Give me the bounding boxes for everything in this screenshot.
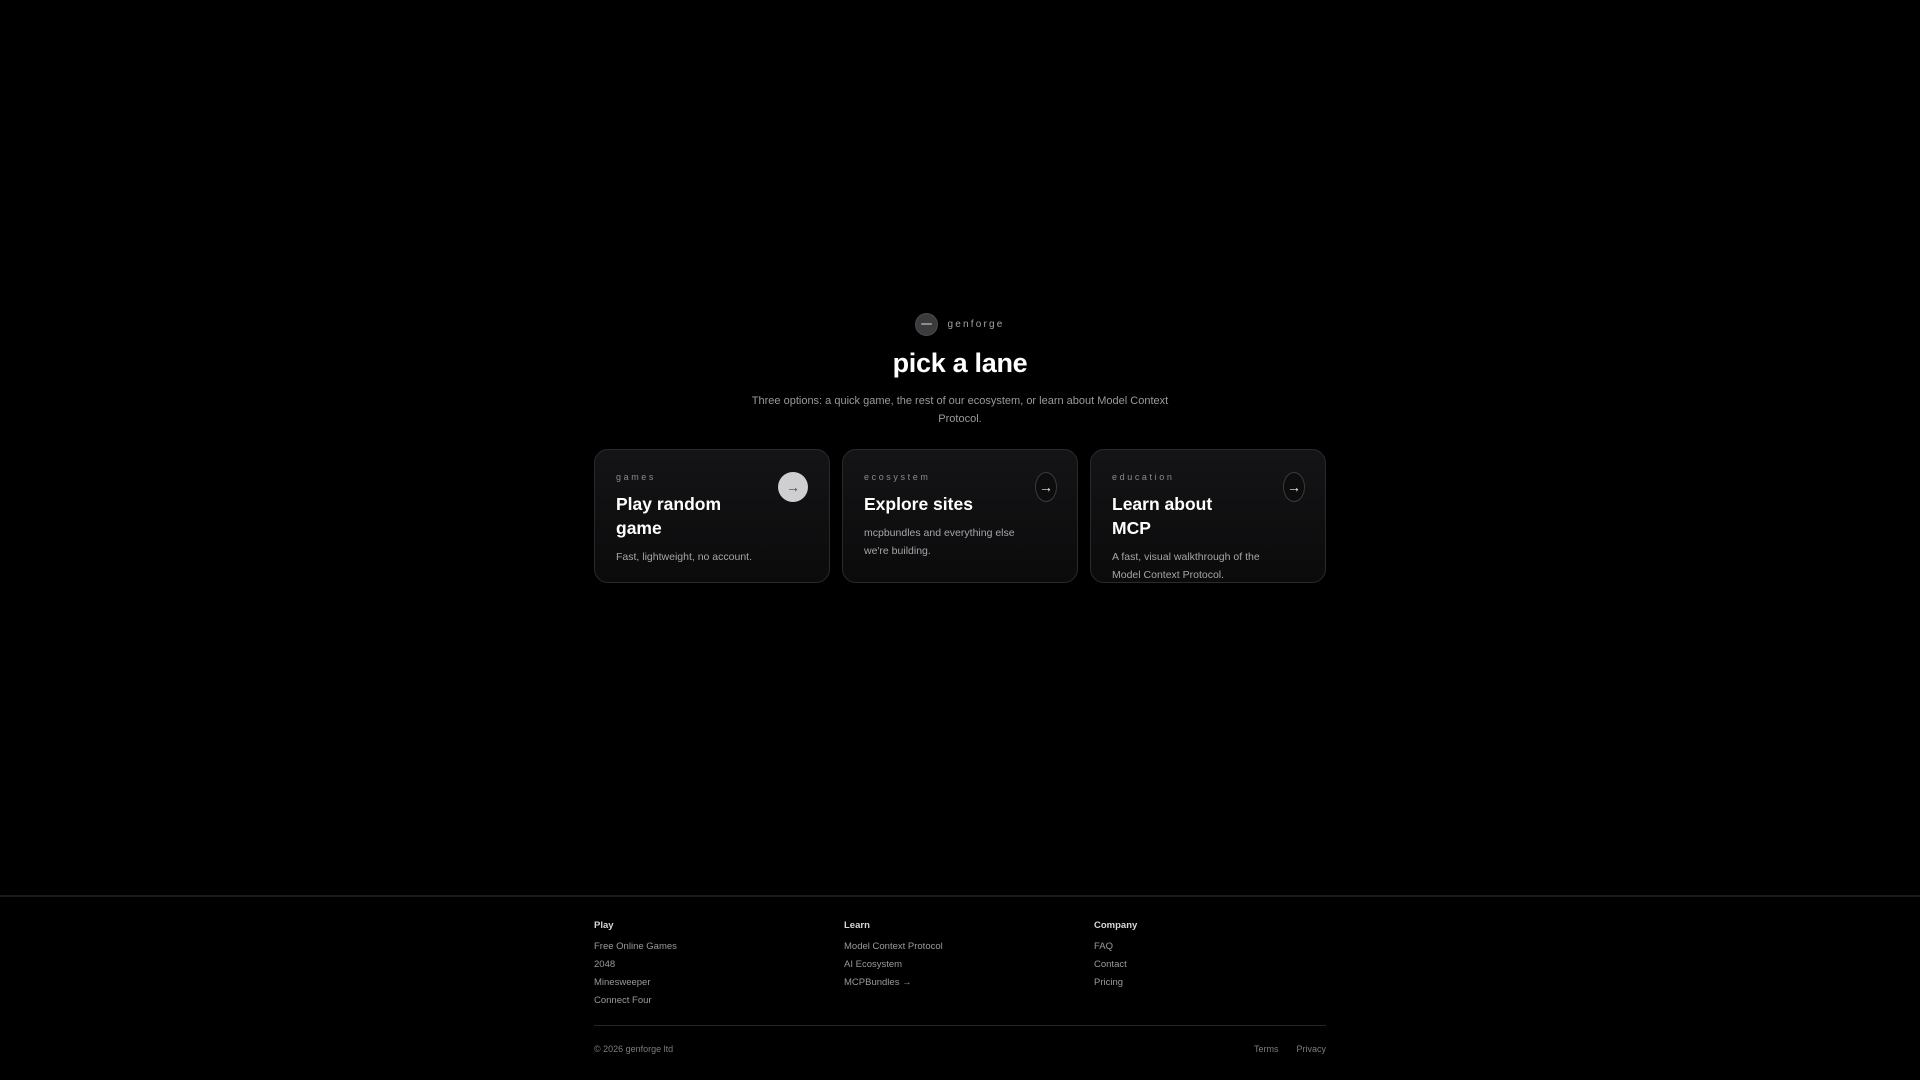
legal-links: Terms Privacy xyxy=(1254,1044,1326,1054)
copyright-text: © 2026 genforge ltd xyxy=(594,1044,674,1054)
lane-cards: games Play random game Fast, lightweight… xyxy=(594,449,1326,583)
footer-divider xyxy=(0,895,1920,897)
card-description: A fast, visual walkthrough of the Model … xyxy=(1112,551,1260,581)
footer-heading: Play xyxy=(594,920,614,931)
footer-heading: Learn xyxy=(844,920,870,931)
card-play-random-game[interactable]: games Play random game Fast, lightweight… xyxy=(594,449,830,583)
page-title: pick a lane xyxy=(892,348,1028,378)
footer-column-company: Company FAQ Contact Pricing xyxy=(1094,920,1137,995)
brand-logo-icon xyxy=(915,312,939,336)
card-title: Play random game xyxy=(616,494,722,538)
footer-link[interactable]: FAQ xyxy=(1094,941,1137,953)
privacy-link[interactable]: Privacy xyxy=(1296,1044,1326,1054)
footer-links: Free Online Games 2048 Minesweeper Conne… xyxy=(594,941,677,1007)
card-learn-about-mcp[interactable]: education Learn about MCP A fast, visual… xyxy=(1090,449,1326,583)
footer-link[interactable]: Pricing xyxy=(1094,977,1137,989)
card-tag: ecosystem xyxy=(864,472,931,482)
footer-column-play: Play Free Online Games 2048 Minesweeper … xyxy=(594,920,677,1013)
brand[interactable]: genforge xyxy=(915,312,1004,336)
card-explore-sites[interactable]: ecosystem Explore sites mcpbundles and e… xyxy=(842,449,1078,583)
footer-link[interactable]: 2048 xyxy=(594,959,677,971)
footer-bottom-divider xyxy=(594,1025,1326,1026)
brand-name: genforge xyxy=(947,318,1005,330)
footer-link[interactable]: Free Online Games xyxy=(594,941,677,953)
card-description: Fast, lightweight, no account. xyxy=(616,551,752,563)
hero-section: genforge pick a lane Three options: a qu… xyxy=(0,312,1920,428)
arrow-right-icon[interactable]: → xyxy=(1035,472,1057,502)
landing-page: genforge pick a lane Three options: a qu… xyxy=(0,0,1920,1080)
footer-links: FAQ Contact Pricing xyxy=(1094,941,1137,989)
card-title: Explore sites xyxy=(864,494,973,514)
footer-heading: Company xyxy=(1094,920,1138,931)
terms-link[interactable]: Terms xyxy=(1254,1044,1279,1054)
footer-links: Model Context Protocol AI Ecosystem MCPB… xyxy=(844,941,943,989)
footer-link[interactable]: Minesweeper xyxy=(594,977,677,989)
footer-link[interactable]: Contact xyxy=(1094,959,1137,971)
card-title: Learn about MCP xyxy=(1112,494,1213,538)
card-description: mcpbundles and everything else we're bui… xyxy=(864,527,1015,557)
footer-link[interactable]: Connect Four xyxy=(594,995,677,1007)
footer-column-learn: Learn Model Context Protocol AI Ecosyste… xyxy=(844,920,943,995)
footer-link[interactable]: MCPBundles → xyxy=(844,977,943,989)
arrow-right-icon[interactable]: → xyxy=(778,472,808,502)
page-subtitle: Three options: a quick game, the rest of… xyxy=(751,395,1169,425)
footer-link[interactable]: AI Ecosystem xyxy=(844,959,943,971)
card-tag: education xyxy=(1112,472,1175,482)
footer-link[interactable]: Model Context Protocol xyxy=(844,941,943,953)
arrow-right-icon[interactable]: → xyxy=(1283,472,1305,502)
